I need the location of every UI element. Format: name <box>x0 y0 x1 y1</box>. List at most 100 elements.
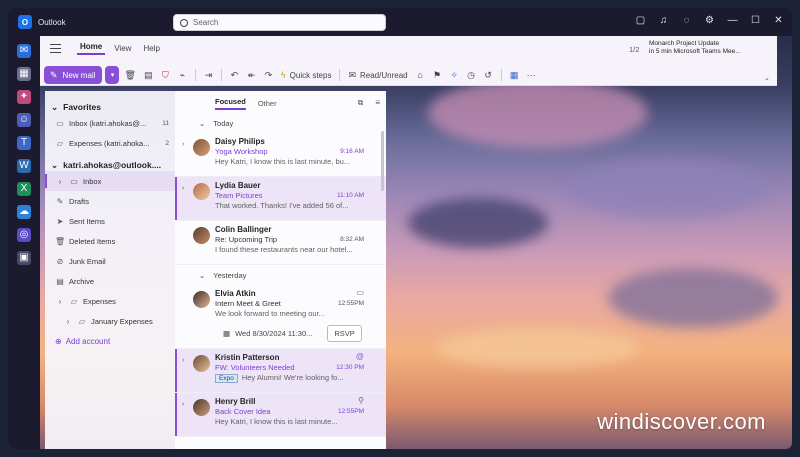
tab-other[interactable]: Other <box>258 99 277 108</box>
tag-icon[interactable]: ⌂ <box>413 66 428 84</box>
group-header[interactable]: ⌄ Today <box>175 113 386 133</box>
gear-icon[interactable]: ⚙ <box>704 15 715 26</box>
apps-icon[interactable]: ▣ <box>17 251 31 265</box>
list-item[interactable]: Colin Ballinger Re: Upcoming Trip I foun… <box>175 221 386 265</box>
meet-now-icon[interactable]: ▢ <box>635 15 646 26</box>
folder-january-expenses[interactable]: › ▱ January Expenses <box>45 311 175 331</box>
add-account-link[interactable]: ⊕ Add account <box>45 337 175 346</box>
reply-all-icon[interactable]: ↞ <box>244 66 259 84</box>
word-icon[interactable]: W <box>17 159 31 173</box>
quick-steps-button[interactable]: ϟ Quick steps <box>278 66 335 84</box>
reminder-title: Monarch Project Update <box>649 40 720 47</box>
copilot-icon[interactable]: ✦ <box>17 90 31 104</box>
calendar-icon[interactable]: ▦ <box>17 67 31 81</box>
folder-sent[interactable]: ➤ Sent Items <box>45 211 175 231</box>
snooze-icon[interactable]: ◷ <box>464 66 479 84</box>
people-icon[interactable]: ☺ <box>17 113 31 127</box>
report-icon[interactable]: ⛉ <box>158 66 173 84</box>
folder-label: Junk Email <box>69 256 106 266</box>
pin-icon[interactable]: ✧ <box>447 66 462 84</box>
list-header-icons: ⧉ ≡ <box>358 98 380 108</box>
favorite-inbox[interactable]: ▭ Inbox (katri.ahokas@... 11 <box>45 113 175 133</box>
preview: I found these restaurants near our hotel… <box>215 245 353 254</box>
favorites-header[interactable]: ⌄ Favorites <box>45 95 175 113</box>
apps-grid-icon[interactable]: ▦ <box>507 66 522 84</box>
tab-home[interactable]: Home <box>77 42 106 55</box>
select-icon[interactable]: ⧉ <box>358 98 364 108</box>
time: 12:55PM <box>337 408 364 415</box>
onedrive-icon[interactable]: ☁ <box>17 205 31 219</box>
new-mail-dropdown[interactable]: ▾ <box>105 66 120 84</box>
paperclip-icon: ⚲ <box>358 396 364 405</box>
folder-label: Deleted Items <box>69 236 116 246</box>
list-header: Focused Other ⧉ ≡ <box>175 93 386 113</box>
sweep-icon[interactable]: ⌁ <box>175 66 190 84</box>
more-icon[interactable]: ··· <box>524 66 539 84</box>
tab-focused[interactable]: Focused <box>215 97 246 110</box>
screen: O Outlook Search ▢ ♫ ◌ ⚙ — ☐ ✕ ✉ ▦ ✦ ☺ T… <box>8 8 792 449</box>
forward-icon[interactable]: ↷ <box>261 66 276 84</box>
chevron-down-icon[interactable]: ⌄ <box>764 74 770 82</box>
chevron-right-icon[interactable]: › <box>182 357 184 364</box>
archive-icon[interactable]: ▤ <box>141 66 156 84</box>
reminder-detail: in 5 min Microsoft Teams Mee... <box>649 48 741 55</box>
time: 9:16 AM <box>340 148 364 155</box>
folder-deleted[interactable]: 🗑 Deleted Items <box>45 231 175 251</box>
teams-icon[interactable]: T <box>17 136 31 150</box>
move-icon[interactable]: ⇥ <box>201 66 216 84</box>
folder-drafts[interactable]: ✎ Drafts <box>45 191 175 211</box>
outlook-logo-icon: O <box>18 15 32 29</box>
maximize-icon[interactable]: ☐ <box>750 15 761 26</box>
cloud-decoration <box>408 198 548 248</box>
list-item[interactable]: ▭ Elvia Atkin Intern Meet & Greet We loo… <box>175 285 386 349</box>
delete-icon[interactable]: 🗑 <box>121 66 138 84</box>
tab-help[interactable]: Help <box>140 44 162 53</box>
list-item[interactable]: › Lydia Bauer Team Pictures That worked.… <box>175 177 386 221</box>
chevron-down-icon: ⌄ <box>199 270 206 280</box>
chevron-down-icon: ⌄ <box>199 118 206 128</box>
bell-icon[interactable]: ♫ <box>658 15 669 26</box>
cloud-decoration <box>428 78 648 148</box>
new-mail-button[interactable]: ✎ New mail <box>44 66 103 84</box>
lightning-icon: ϟ <box>280 70 286 80</box>
list-item[interactable]: › @ Kristin Patterson FW: Volunteers Nee… <box>175 349 386 393</box>
meeting-reminder[interactable]: 1/2 Monarch Project Update in 5 min Micr… <box>629 40 773 62</box>
folder-icon: ▱ <box>70 296 78 306</box>
account-header[interactable]: ⌄ katri.ahokas@outlook.... <box>45 153 175 171</box>
folder-archive[interactable]: ▤ Archive <box>45 271 175 291</box>
undo-icon[interactable]: ↺ <box>481 66 496 84</box>
mention-icon: @ <box>355 352 364 361</box>
viva-icon[interactable]: ◎ <box>17 228 31 242</box>
chevron-right-icon[interactable]: › <box>182 185 184 192</box>
divider <box>194 69 196 81</box>
reply-icon[interactable]: ↶ <box>227 66 242 84</box>
folder-expenses[interactable]: › ▱ Expenses <box>45 291 175 311</box>
reminder-page: 1/2 <box>629 45 640 54</box>
list-item[interactable]: › ⚲ Henry Brill Back Cover Idea Hey Katr… <box>175 393 386 437</box>
minimize-icon[interactable]: — <box>727 15 738 26</box>
excel-icon[interactable]: X <box>17 182 31 196</box>
close-icon[interactable]: ✕ <box>773 15 784 26</box>
list-item[interactable]: › Daisy Philips Yoga Workshop Hey Katri,… <box>175 133 386 177</box>
scrollbar[interactable] <box>381 131 384 191</box>
message-list: Focused Other ⧉ ≡ ⌄ Today › Daisy Philips … <box>175 91 386 449</box>
mail-icon[interactable]: ✉ <box>17 44 31 58</box>
lightbulb-icon[interactable]: ◌ <box>681 15 692 26</box>
time: 12:55PM <box>337 300 364 307</box>
chevron-right-icon[interactable]: › <box>182 401 184 408</box>
folder-inbox[interactable]: › ▭ Inbox <box>45 171 175 191</box>
favorite-expenses[interactable]: ▱ Expenses (katri.ahoka... 2 <box>45 133 175 153</box>
chevron-down-icon: ⌄ <box>51 159 59 170</box>
hamburger-icon[interactable] <box>50 44 61 53</box>
filter-icon[interactable]: ≡ <box>375 98 380 108</box>
group-header[interactable]: ⌄ Yesterday <box>175 265 386 285</box>
chevron-right-icon[interactable]: › <box>182 141 184 148</box>
account-label: katri.ahokas@outlook.... <box>63 160 162 170</box>
read-unread-button[interactable]: ✉ Read/Unread <box>345 66 410 84</box>
preview: That worked. Thanks! I've added 56 of... <box>215 201 349 210</box>
flag-icon[interactable]: ⚑ <box>430 66 445 84</box>
rsvp-button[interactable]: RSVP <box>327 325 362 342</box>
folder-junk[interactable]: ⊘ Junk Email <box>45 251 175 271</box>
tab-view[interactable]: View <box>111 44 134 53</box>
search-input[interactable]: Search <box>173 14 386 31</box>
